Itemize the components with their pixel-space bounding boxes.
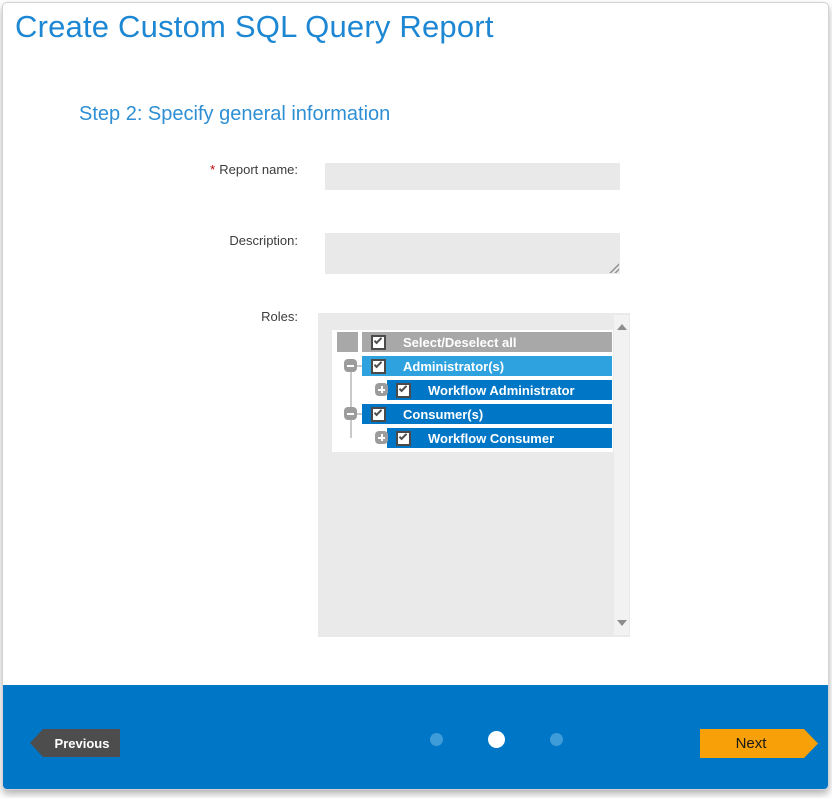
workflow-administrator-label: Workflow Administrator: [428, 383, 575, 398]
wizard-window: Create Custom SQL Query Report Step 2: S…: [2, 2, 829, 790]
select-all-checkbox[interactable]: [371, 335, 386, 350]
step-dot-2-active: [488, 731, 505, 748]
checkmark-icon: [399, 384, 407, 392]
consumers-label: Consumer(s): [403, 407, 483, 422]
step-dot-3: [550, 733, 563, 746]
select-all-label: Select/Deselect all: [403, 335, 516, 350]
tree-row-administrators[interactable]: Administrator(s): [362, 356, 612, 376]
plus-glyph: [381, 434, 383, 441]
expand-icon[interactable]: [375, 383, 388, 396]
workflow-administrator-checkbox[interactable]: [396, 383, 411, 398]
collapse-icon[interactable]: [344, 359, 357, 372]
report-name-label: * Report name:: [3, 162, 298, 177]
workflow-consumer-checkbox[interactable]: [396, 431, 411, 446]
required-marker: *: [210, 162, 215, 177]
roles-label: Roles:: [3, 309, 298, 324]
checkmark-icon: [374, 408, 382, 416]
minus-glyph: [347, 413, 354, 415]
checkmark-icon: [374, 360, 382, 368]
tree-row-workflow-consumer[interactable]: Workflow Consumer: [387, 428, 612, 448]
step-dot-1: [430, 733, 443, 746]
tree-header-row[interactable]: Select/Deselect all: [362, 332, 612, 352]
roles-label-text: Roles:: [261, 309, 298, 324]
expand-icon[interactable]: [375, 431, 388, 444]
description-label: Description:: [3, 233, 298, 248]
report-name-label-text: Report name:: [219, 162, 298, 177]
description-field-wrap: [325, 233, 620, 274]
administrators-checkbox[interactable]: [371, 359, 386, 374]
minus-glyph: [347, 365, 354, 367]
step-indicator: [430, 731, 563, 748]
workflow-consumer-label: Workflow Consumer: [428, 431, 554, 446]
next-button[interactable]: Next: [700, 729, 818, 758]
consumers-checkbox[interactable]: [371, 407, 386, 422]
checkmark-icon: [374, 336, 382, 344]
tree-row-workflow-administrator[interactable]: Workflow Administrator: [387, 380, 612, 400]
checkmark-icon: [399, 432, 407, 440]
step-heading: Step 2: Specify general information: [79, 103, 390, 126]
page-title: Create Custom SQL Query Report: [15, 9, 494, 45]
tree-connector-line: [350, 420, 352, 438]
roles-panel: Select/Deselect all Administrator(s) Wor…: [318, 313, 630, 637]
description-label-text: Description:: [229, 233, 298, 248]
scroll-up-icon[interactable]: [617, 324, 627, 330]
plus-glyph: [381, 386, 383, 393]
previous-button[interactable]: Previous: [30, 729, 120, 757]
collapse-icon[interactable]: [344, 407, 357, 420]
vertical-scrollbar[interactable]: [614, 315, 629, 635]
roles-tree: Select/Deselect all Administrator(s) Wor…: [332, 330, 613, 452]
scroll-down-icon[interactable]: [617, 620, 627, 626]
report-name-input[interactable]: [325, 163, 620, 190]
wizard-footer: Previous Next: [3, 685, 828, 789]
tree-header-corner-cell: [337, 332, 358, 352]
tree-row-consumers[interactable]: Consumer(s): [362, 404, 612, 424]
description-textarea[interactable]: [325, 233, 620, 274]
administrators-label: Administrator(s): [403, 359, 504, 374]
